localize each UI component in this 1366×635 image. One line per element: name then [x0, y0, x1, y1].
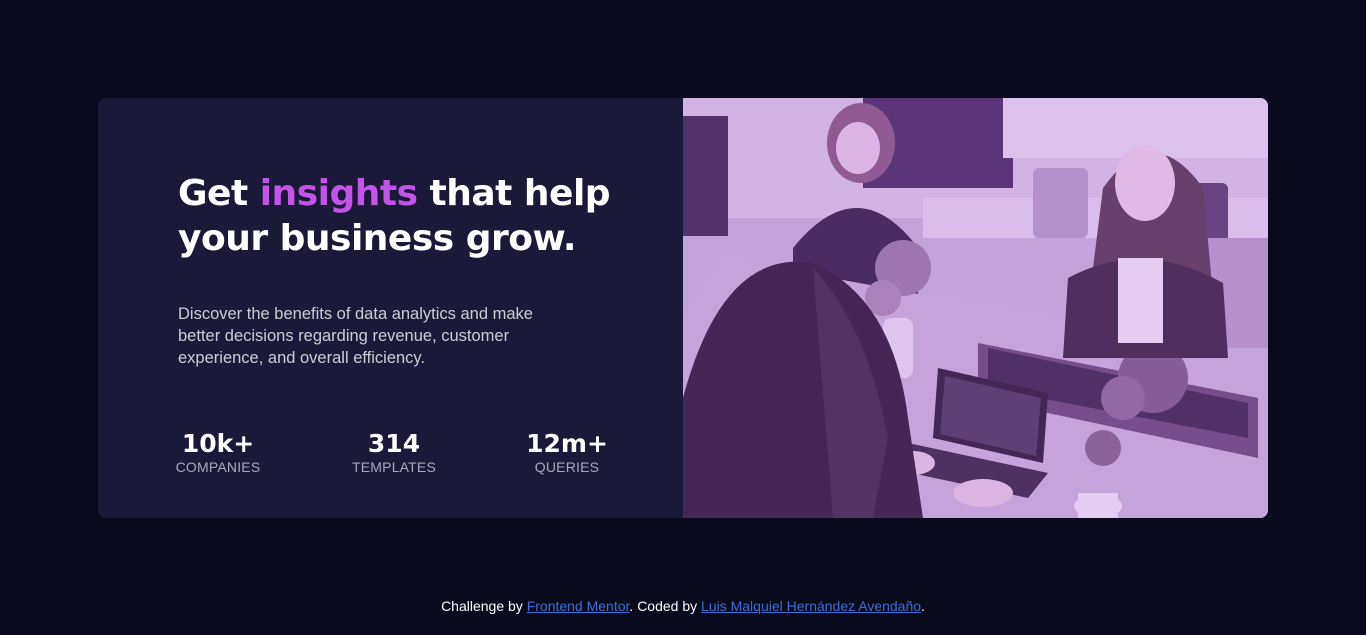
frontend-mentor-link[interactable]: Frontend Mentor: [527, 598, 630, 614]
office-photo-illustration: [683, 98, 1268, 518]
author-link[interactable]: Luis Malquiel Hernández Avendaño: [701, 598, 921, 614]
headline-accent: insights: [259, 173, 418, 214]
headline-start: Get: [178, 173, 260, 214]
attribution-prefix: Challenge by: [441, 598, 527, 614]
stat-label: TEMPLATES: [352, 459, 437, 475]
stat-label: QUERIES: [534, 459, 600, 475]
attribution: Challenge by Frontend Mentor. Coded by L…: [0, 598, 1366, 614]
office-photo: [683, 98, 1268, 518]
stat-label: COMPANIES: [175, 459, 261, 475]
stats-row: 10k+ COMPANIES 314 TEMPLATES 12m+ QUERIE…: [175, 428, 608, 475]
stat-value: 314: [367, 429, 421, 458]
stats-preview-card: Get insights that help your business gro…: [98, 98, 1268, 518]
stat-companies: 10k+ COMPANIES: [175, 428, 261, 475]
card-content: Get insights that help your business gro…: [98, 98, 683, 518]
attribution-middle: . Coded by: [629, 598, 702, 614]
attribution-suffix: .: [921, 598, 925, 614]
stat-value: 10k+: [181, 429, 255, 458]
stat-templates: 314 TEMPLATES: [352, 428, 437, 475]
stat-queries: 12m+ QUERIES: [526, 428, 608, 475]
page: Get insights that help your business gro…: [0, 0, 1366, 635]
headline: Get insights that help your business gro…: [178, 171, 618, 261]
description: Discover the benefits of data analytics …: [178, 305, 533, 367]
stat-value: 12m+: [526, 429, 608, 458]
